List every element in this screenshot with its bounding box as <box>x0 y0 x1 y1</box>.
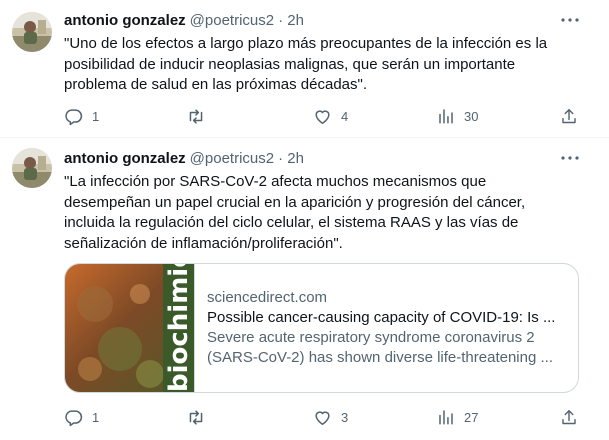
author-name[interactable]: antonio gonzalez <box>64 150 186 167</box>
author-handle[interactable]: @poetricus2 <box>190 12 274 29</box>
tweet-actions: 1 4 30 <box>64 106 584 126</box>
tweet-text-line: problema de salud en las próximas década… <box>64 76 367 93</box>
tweet-time[interactable]: · 2h <box>278 150 304 167</box>
share-icon <box>560 107 578 126</box>
card-description-line: (SARS-CoV-2) has shown diverse life-thre… <box>207 349 553 366</box>
avatar[interactable] <box>12 12 52 52</box>
tweet-time[interactable]: · 2h <box>278 12 304 29</box>
views-count: 27 <box>464 409 479 425</box>
share-button[interactable] <box>560 407 578 427</box>
author-name[interactable]: antonio gonzalez <box>64 12 186 29</box>
tweet-text: "La infección por SARS-CoV-2 afecta much… <box>64 172 584 254</box>
retweet-icon <box>186 408 206 427</box>
reply-icon <box>64 408 83 427</box>
like-count: 3 <box>341 409 349 425</box>
tweet-header: antonio gonzalez @poetricus2 · 2h <box>64 148 304 168</box>
share-icon <box>560 408 578 427</box>
like-button[interactable]: 4 <box>313 106 348 126</box>
views-count: 30 <box>464 108 479 124</box>
tweet-text-line: desempeñan un papel crucial en la aparic… <box>64 193 526 211</box>
reply-count: 1 <box>92 108 100 124</box>
tweet-header: antonio gonzalez @poetricus2 · 2h <box>64 10 304 30</box>
link-card[interactable]: biochimie sciencedirect.com Possible can… <box>64 263 579 393</box>
tweet-text-line: señalización de inflamación/proliferació… <box>64 234 343 252</box>
tweet-text-line: "Uno de los efectos a largo plazo más pr… <box>64 35 548 52</box>
reply-count: 1 <box>92 409 100 425</box>
author-handle[interactable]: @poetricus2 <box>190 150 274 167</box>
reply-button[interactable]: 1 <box>64 407 99 427</box>
retweet-icon <box>186 107 206 126</box>
retweet-button[interactable] <box>186 407 215 427</box>
heart-icon <box>313 408 332 427</box>
like-button[interactable]: 3 <box>313 407 348 427</box>
card-domain: sciencedirect.com <box>207 289 328 306</box>
views-button[interactable]: 30 <box>437 106 478 126</box>
tweet-actions: 1 3 27 <box>64 407 584 427</box>
tweet-text: "Uno de los efectos a largo plazo más pr… <box>64 34 584 96</box>
views-button[interactable]: 27 <box>437 407 478 427</box>
tweet[interactable]: antonio gonzalez @poetricus2 · 2h "Uno d… <box>0 0 609 136</box>
more-icon[interactable] <box>559 148 581 168</box>
tweet-text-line: incluida la regulación del ciclo celular… <box>64 214 519 231</box>
avatar[interactable] <box>12 148 52 188</box>
like-count: 4 <box>341 108 349 124</box>
card-thumbnail: biochimie <box>65 264 195 392</box>
tweet-text-line: "La infección por SARS-CoV-2 afecta much… <box>64 173 487 190</box>
card-description-line: Severe acute respiratory syndrome corona… <box>207 329 535 346</box>
views-icon <box>437 408 455 426</box>
more-icon[interactable] <box>559 10 581 30</box>
retweet-button[interactable] <box>186 106 215 126</box>
views-icon <box>437 107 455 125</box>
reply-button[interactable]: 1 <box>64 106 99 126</box>
card-body: sciencedirect.com Possible cancer-causin… <box>195 264 578 392</box>
card-title: Possible cancer-causing capacity of COVI… <box>207 309 556 326</box>
reply-icon <box>64 107 83 126</box>
card-image-text: biochimie <box>164 264 194 392</box>
heart-icon <box>313 107 332 126</box>
share-button[interactable] <box>560 106 578 126</box>
tweet-text-line: posibilidad de inducir neoplasias malign… <box>64 55 516 73</box>
